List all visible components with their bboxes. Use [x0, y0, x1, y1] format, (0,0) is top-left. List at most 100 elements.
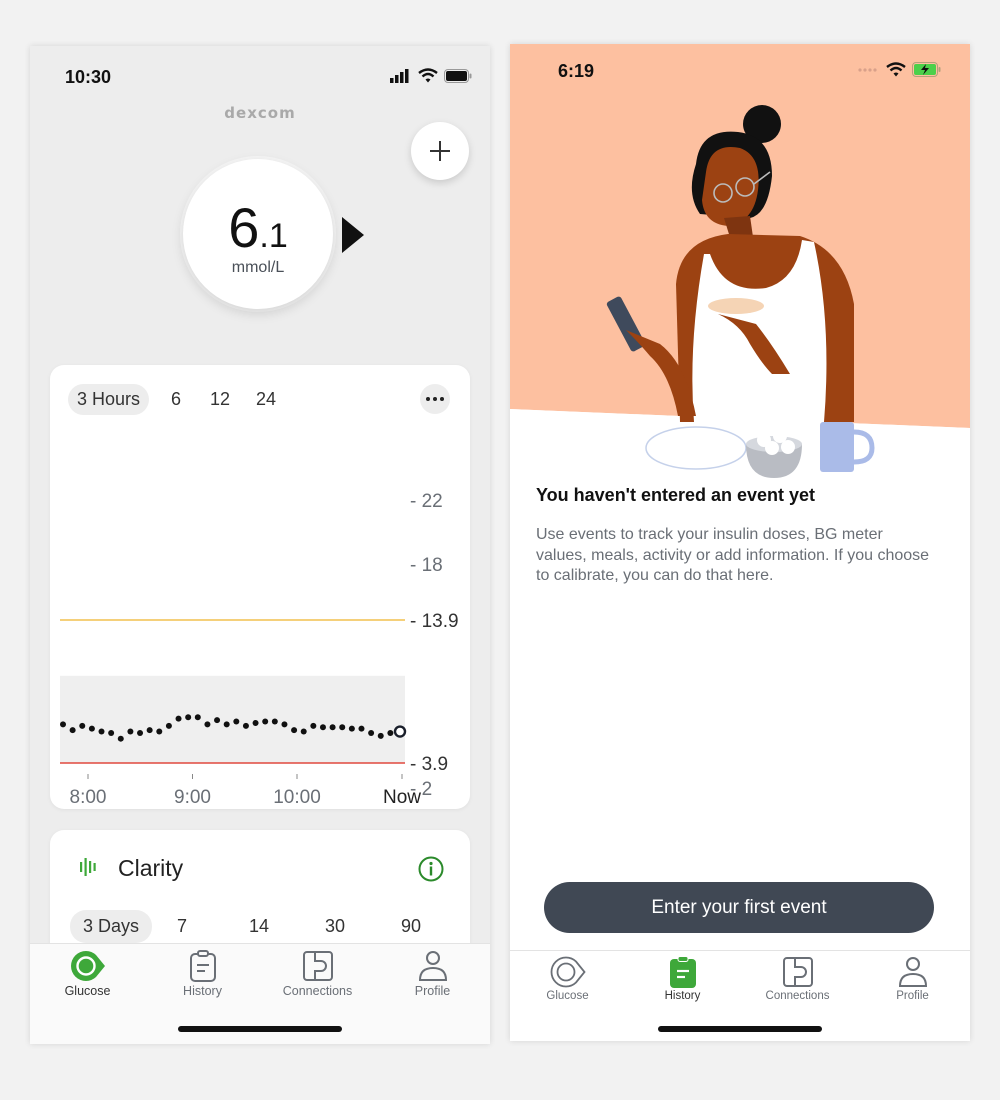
- glucose-point: [339, 724, 346, 731]
- wifi-icon: [418, 68, 438, 83]
- glucose-point: [319, 724, 326, 731]
- battery-icon: [444, 68, 472, 83]
- status-time: 10:30: [65, 67, 112, 87]
- empty-state-title: You haven't entered an event yet: [536, 485, 816, 505]
- y-tick-label: - 18: [410, 555, 443, 576]
- glucose-point: [194, 714, 201, 721]
- info-icon[interactable]: [418, 856, 444, 882]
- tab-bar: Glucose History Connections Profile: [30, 943, 490, 1044]
- glucose-point: [271, 718, 278, 725]
- clipboard-icon: [189, 950, 216, 982]
- glucose-point: [242, 722, 249, 729]
- glucose-point: [69, 727, 76, 734]
- status-time: 6:19: [558, 61, 595, 81]
- connections-icon: [782, 957, 813, 987]
- current-glucose-reading[interactable]: 6.1 mmol/L: [183, 159, 333, 309]
- clipboard-icon: [669, 956, 696, 988]
- clarity-tab-14[interactable]: 14: [240, 910, 278, 943]
- glucose-value-decimal: .1: [259, 217, 288, 255]
- glucose-point: [310, 722, 317, 729]
- tab-label: History: [183, 984, 222, 998]
- battery-charging-icon: [912, 62, 941, 77]
- history-screen: 6:19 You haven't entered an event yet Us…: [510, 44, 970, 1041]
- tab-history[interactable]: History: [625, 956, 740, 1002]
- glucose-value-whole: 6: [228, 196, 260, 259]
- enter-first-event-button[interactable]: Enter your first event: [544, 882, 934, 933]
- glucose-point: [98, 728, 105, 735]
- glucose-point: [377, 732, 384, 739]
- breakfast-illustration: [510, 44, 970, 494]
- glucose-point: [387, 729, 394, 736]
- tab-glucose[interactable]: Glucose: [30, 950, 145, 998]
- glucose-point: [281, 721, 288, 728]
- mug: [820, 422, 854, 472]
- glucose-point: [300, 728, 307, 735]
- glucose-point: [185, 714, 192, 721]
- tab-label: Profile: [896, 990, 929, 1002]
- wifi-icon: [886, 62, 906, 77]
- glucose-point: [291, 727, 298, 734]
- clarity-tab-90[interactable]: 90: [392, 910, 430, 943]
- plus-icon: [430, 141, 450, 161]
- glucose-point: [262, 718, 269, 725]
- glucose-screen: 10:30 Dexcom 6.1 mmol/L 3 Hours 6 12 24 …: [30, 46, 490, 1044]
- y-tick-label: - 3.9: [410, 754, 448, 775]
- glucose-point: [233, 718, 240, 725]
- x-tick-label: 9:00: [174, 787, 211, 808]
- glucose-chart: - 22- 18- 13.9- 3.9- 28:00 9:00 10:00 Now: [60, 491, 459, 808]
- cellular-signal-icon: [858, 67, 877, 72]
- tab-label: Glucose: [64, 984, 111, 998]
- tab-profile[interactable]: Profile: [855, 956, 970, 1002]
- glucose-point: [358, 725, 365, 732]
- tab-label: Profile: [414, 984, 451, 998]
- tab-label: Connections: [765, 990, 830, 1002]
- glucose-point: [156, 728, 163, 735]
- glucose-point: [117, 735, 124, 742]
- clarity-title: Clarity: [118, 855, 184, 881]
- status-icons: [390, 68, 472, 83]
- clarity-tab-7[interactable]: 7: [168, 910, 196, 943]
- glucose-point: [79, 722, 86, 729]
- clarity-tab-3-days[interactable]: 3 Days: [70, 910, 153, 943]
- x-tick-label: 10:00: [273, 787, 321, 808]
- tab-label: History: [664, 990, 701, 1002]
- trend-arrow-icon: [342, 217, 364, 253]
- glucose-point: [348, 725, 355, 732]
- glucose-icon: [550, 956, 586, 988]
- glucose-point: [127, 728, 134, 735]
- home-indicator: [658, 1026, 822, 1032]
- tab-connections[interactable]: Connections: [740, 956, 855, 1002]
- glucose-point: [165, 722, 172, 729]
- tab-bar: Glucose History Connections Profile: [510, 950, 970, 1041]
- tab-history[interactable]: History: [145, 950, 260, 998]
- connections-icon: [302, 951, 333, 981]
- y-tick-label: - 13.9: [410, 611, 459, 632]
- clarity-bars-icon: [80, 858, 96, 876]
- tab-connections[interactable]: Connections: [260, 950, 375, 998]
- plate: [645, 426, 747, 470]
- dexcom-logo: Dexcom: [224, 104, 296, 122]
- tab-profile[interactable]: Profile: [375, 950, 490, 998]
- cellular-signal-icon: [390, 68, 409, 83]
- tab-glucose[interactable]: Glucose: [510, 956, 625, 1002]
- glucose-point: [214, 717, 221, 724]
- current-reading-point: [393, 725, 407, 738]
- glucose-point: [108, 729, 115, 736]
- status-icons: [858, 62, 942, 77]
- clarity-tab-30[interactable]: 30: [316, 910, 354, 943]
- glucose-point: [252, 719, 259, 726]
- home-indicator: [178, 1026, 342, 1032]
- glucose-point: [368, 729, 375, 736]
- glucose-graph-card: 3 Hours 6 12 24 - 22- 18- 13.9- 3.9- 2 8:…: [50, 365, 470, 809]
- person-icon: [418, 951, 447, 981]
- tab-label: Connections: [282, 984, 353, 998]
- glucose-point: [175, 715, 182, 722]
- glucose-point: [204, 721, 211, 728]
- glucose-value: 6.1: [183, 195, 333, 260]
- add-event-button[interactable]: [411, 122, 469, 180]
- glucose-point: [329, 724, 336, 731]
- glucose-point: [60, 721, 66, 728]
- empty-state-body: Use events to track your insulin doses, …: [536, 526, 930, 584]
- glucose-point: [146, 727, 153, 734]
- tab-label: Glucose: [546, 990, 589, 1002]
